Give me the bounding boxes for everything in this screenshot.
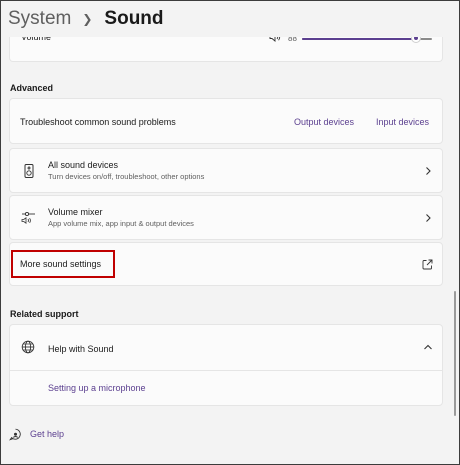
help-with-sound-card: Help with Sound Setting up a microphone bbox=[9, 324, 443, 406]
globe-icon bbox=[21, 340, 35, 354]
setting-up-microphone-link[interactable]: Setting up a microphone bbox=[48, 383, 146, 393]
all-sound-devices-title: All sound devices bbox=[48, 160, 119, 170]
volume-mixer-subtitle: App volume mix, app input & output devic… bbox=[48, 219, 194, 228]
divider bbox=[10, 370, 442, 371]
troubleshoot-label: Troubleshoot common sound problems bbox=[20, 117, 176, 127]
slider-fill bbox=[302, 38, 417, 40]
troubleshoot-row: Troubleshoot common sound problems Outpu… bbox=[9, 98, 443, 144]
chevron-right-icon bbox=[426, 214, 431, 222]
external-link-icon bbox=[422, 259, 433, 270]
chevron-up-icon bbox=[424, 344, 432, 350]
scrollbar[interactable] bbox=[454, 291, 456, 416]
volume-slider[interactable] bbox=[302, 33, 432, 43]
breadcrumb-system[interactable]: System bbox=[8, 8, 71, 30]
volume-mixer-icon bbox=[21, 211, 35, 225]
page-title: Sound bbox=[104, 8, 164, 29]
get-help-link[interactable]: Get help bbox=[30, 429, 64, 439]
advanced-heading: Advanced bbox=[10, 83, 54, 93]
output-devices-link[interactable]: Output devices bbox=[294, 117, 354, 127]
help-with-sound-header[interactable]: Help with Sound bbox=[10, 325, 442, 370]
highlight-box bbox=[11, 250, 115, 278]
speaker-device-icon bbox=[24, 164, 34, 178]
breadcrumb: System ❯ Sound bbox=[1, 1, 459, 37]
all-sound-devices-subtitle: Turn devices on/off, troubleshoot, other… bbox=[48, 172, 205, 181]
get-help-icon bbox=[9, 428, 21, 441]
breadcrumb-chevron-icon: ❯ bbox=[82, 12, 93, 26]
settings-window: System ❯ Sound Volume 88 Advanced Troubl… bbox=[0, 0, 460, 465]
all-sound-devices-row[interactable]: All sound devices Turn devices on/off, t… bbox=[9, 148, 443, 193]
help-with-sound-label: Help with Sound bbox=[48, 344, 114, 354]
volume-mixer-title: Volume mixer bbox=[48, 207, 103, 217]
chevron-right-icon bbox=[426, 167, 431, 175]
volume-mixer-row[interactable]: Volume mixer App volume mix, app input &… bbox=[9, 195, 443, 240]
input-devices-link[interactable]: Input devices bbox=[376, 117, 429, 127]
related-support-heading: Related support bbox=[10, 309, 79, 319]
